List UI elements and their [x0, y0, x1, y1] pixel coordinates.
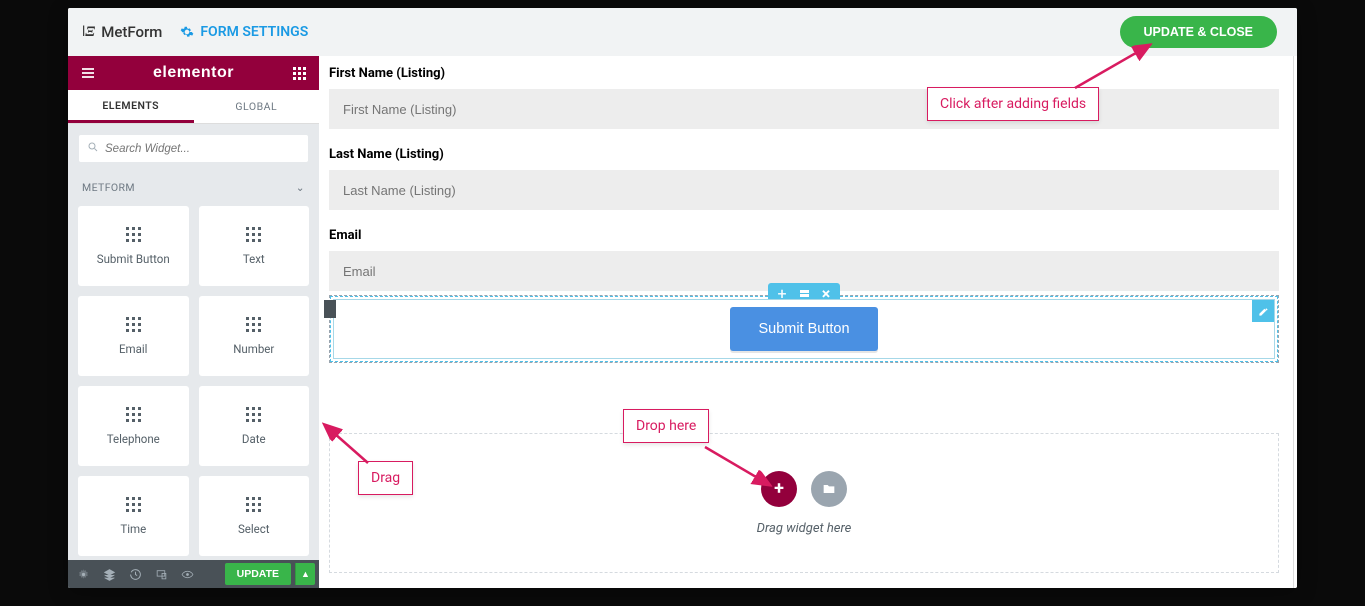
field-label: Email — [329, 228, 1279, 243]
field-label: Last Name (Listing) — [329, 147, 1279, 162]
widget-submit-button[interactable]: Submit Button — [78, 206, 189, 286]
drop-zone[interactable]: + Drag widget here — [329, 433, 1279, 573]
grid-icon — [293, 67, 306, 80]
row-handle-icon[interactable] — [324, 300, 336, 318]
elementor-panel: elementor ELEMENTS GLOBAL METFORM ⌄ — [68, 56, 319, 588]
dropzone-text: Drag widget here — [757, 521, 852, 536]
widget-select[interactable]: Select — [199, 476, 310, 556]
panel-widgets-button[interactable] — [289, 63, 309, 83]
editor-canvas: First Name (Listing) Last Name (Listing)… — [319, 56, 1297, 588]
panel-menu-button[interactable] — [78, 63, 98, 83]
edit-widget-icon[interactable] — [1252, 300, 1274, 322]
drag-icon — [246, 317, 261, 332]
hamburger-icon — [80, 65, 96, 81]
tab-global[interactable]: GLOBAL — [194, 90, 320, 122]
widget-number[interactable]: Number — [199, 296, 310, 376]
navigator-icon[interactable] — [98, 563, 120, 585]
panel-update-button[interactable]: UPDATE — [225, 563, 291, 585]
category-label: METFORM — [82, 181, 135, 194]
submit-widget-row[interactable]: Submit Button — [333, 299, 1275, 359]
widget-text[interactable]: Text — [199, 206, 310, 286]
template-library-button[interactable] — [811, 471, 847, 507]
field-last-name: Last Name (Listing) — [329, 147, 1279, 210]
widgets-grid: Submit Button Text Email Number Telephon… — [68, 206, 319, 560]
drag-icon — [126, 497, 141, 512]
first-name-input[interactable] — [329, 89, 1279, 129]
last-name-input[interactable] — [329, 170, 1279, 210]
scrollbar-track[interactable] — [1293, 56, 1294, 588]
drag-icon — [246, 407, 261, 422]
arrow-icon — [1070, 38, 1160, 93]
selected-section[interactable]: + × Submit Button — [329, 295, 1279, 363]
metform-brand-text: MetForm — [101, 23, 162, 41]
widget-email[interactable]: Email — [78, 296, 189, 376]
arrow-icon — [318, 418, 378, 468]
category-metform[interactable]: METFORM ⌄ — [68, 169, 319, 206]
drag-icon — [126, 407, 141, 422]
panel-update-caret[interactable]: ▲ — [295, 563, 315, 585]
drag-icon — [126, 227, 141, 242]
elementor-brand: elementor — [153, 64, 234, 82]
add-section-icon[interactable]: + — [773, 286, 791, 300]
form-settings-link[interactable]: FORM SETTINGS — [180, 24, 308, 40]
preview-icon[interactable] — [176, 563, 198, 585]
widget-telephone[interactable]: Telephone — [78, 386, 189, 466]
tab-elements[interactable]: ELEMENTS — [68, 90, 194, 122]
history-icon[interactable] — [124, 563, 146, 585]
close-section-icon[interactable]: × — [817, 286, 835, 300]
widget-search-input[interactable] — [105, 143, 300, 155]
drag-icon — [246, 497, 261, 512]
logo-e-icon: ǀΞ — [82, 24, 95, 41]
folder-icon — [821, 481, 837, 497]
callout-drop-here: Drop here — [623, 409, 709, 443]
responsive-icon[interactable] — [150, 563, 172, 585]
metform-logo: ǀΞ MetForm — [82, 23, 162, 41]
gear-icon — [180, 25, 194, 39]
chevron-down-icon: ⌄ — [296, 181, 305, 194]
form-settings-label: FORM SETTINGS — [200, 24, 308, 40]
drag-icon — [126, 317, 141, 332]
drag-icon — [246, 227, 261, 242]
search-icon — [87, 141, 99, 156]
panel-tabs: ELEMENTS GLOBAL — [68, 90, 319, 123]
submit-button[interactable]: Submit Button — [730, 307, 877, 351]
widget-time[interactable]: Time — [78, 476, 189, 556]
widget-search[interactable] — [78, 134, 309, 164]
modal-window: ǀΞ MetForm FORM SETTINGS UPDATE & CLOSE … — [68, 8, 1297, 588]
widget-date[interactable]: Date — [199, 386, 310, 466]
field-email: Email — [329, 228, 1279, 291]
arrow-icon — [700, 442, 780, 492]
panel-header: elementor — [68, 56, 319, 90]
panel-footer: UPDATE ▲ — [68, 560, 319, 588]
settings-icon[interactable] — [72, 563, 94, 585]
drag-section-icon[interactable] — [795, 286, 813, 300]
